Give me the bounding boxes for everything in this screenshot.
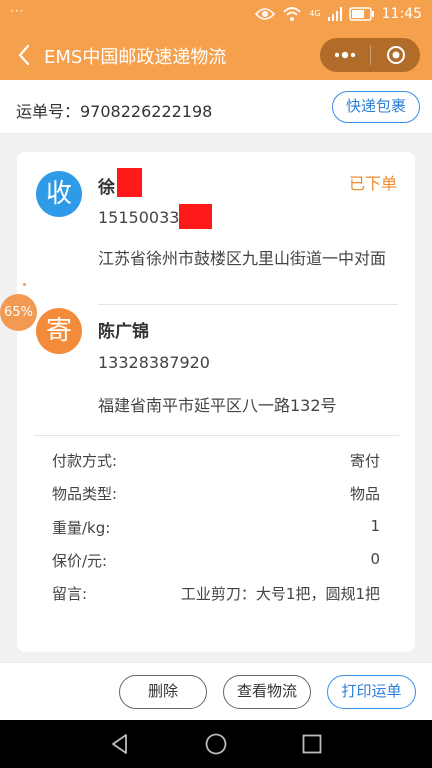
close-button[interactable]: [371, 38, 420, 72]
nav-back-icon[interactable]: [108, 732, 132, 756]
detail-key: 留言:: [52, 585, 88, 603]
system-nav-bar: [0, 720, 432, 768]
battery-icon: [348, 7, 374, 21]
detail-row-message: 留言: 工业剪刀：大号1把，圆规1把: [52, 583, 380, 607]
title-bar: EMS中国邮政速递物流: [0, 30, 432, 80]
print-waybill-button[interactable]: 打印运单: [327, 675, 416, 709]
mini-program-capsule: [320, 38, 420, 72]
waybill-number: 运单号：9708226222198: [16, 102, 213, 121]
detail-key: 付款方式:: [52, 452, 118, 470]
detail-row-item-type: 物品类型: 物品: [52, 483, 380, 507]
close-target-icon: [386, 46, 405, 64]
back-arrow-icon[interactable]: [14, 42, 34, 68]
detail-key: 保价/元:: [52, 552, 108, 570]
network-type-label: 4G: [309, 9, 321, 18]
more-button[interactable]: [320, 38, 370, 72]
sender-name: 陈广锦: [98, 322, 149, 342]
receiver-address: 江苏省徐州市鼓楼区九里山街道一中对面: [98, 249, 387, 268]
detail-row-insured-value: 保价/元: 0: [52, 550, 380, 574]
sender-address: 福建省南平市延平区八一路132号: [98, 396, 337, 415]
detail-value: 寄付: [349, 452, 380, 470]
status-bar: ··· 4G 11:45: [0, 0, 432, 30]
floating-progress-badge[interactable]: 65%: [0, 294, 37, 331]
sender-phone: 13328387920: [98, 353, 210, 372]
detail-row-weight: 重量/kg: 1: [52, 517, 380, 541]
redaction-mark: [117, 168, 142, 197]
page-title: EMS中国邮政速递物流: [44, 47, 227, 68]
detail-value: 物品: [349, 485, 380, 503]
order-status: 已下单: [348, 174, 397, 193]
order-card: 收 徐 已下单 15150033 江苏省徐州市鼓楼区九里山街道一中对面 寄 陈广…: [17, 152, 415, 652]
divider: [34, 435, 399, 436]
detail-key: 重量/kg:: [52, 519, 111, 537]
sender-avatar: 寄: [36, 308, 82, 354]
notification-dots: ···: [10, 4, 25, 18]
decorative-dot: [23, 283, 26, 286]
receiver-avatar: 收: [36, 171, 82, 217]
signal-icon: [327, 7, 342, 21]
nav-recents-icon[interactable]: [300, 732, 324, 756]
detail-value: 1: [370, 517, 380, 535]
redaction-mark: [179, 204, 212, 229]
action-bar: 删除 查看物流 打印运单: [0, 662, 432, 720]
wifi-icon: [283, 7, 301, 21]
view-logistics-button[interactable]: 查看物流: [223, 675, 311, 709]
detail-row-payment: 付款方式: 寄付: [52, 450, 380, 474]
detail-value: 工业剪刀：大号1把，圆规1把: [180, 585, 380, 603]
more-dots-icon: [334, 51, 356, 59]
detail-key: 物品类型:: [52, 485, 118, 503]
receiver-name: 徐: [98, 178, 115, 198]
delete-button[interactable]: 删除: [119, 675, 207, 709]
divider: [98, 304, 398, 305]
receiver-phone: 15150033: [98, 208, 180, 227]
express-package-button[interactable]: 快递包裹: [332, 91, 420, 123]
eye-icon: [255, 8, 276, 20]
detail-value: 0: [370, 550, 380, 568]
waybill-bar: 运单号：9708226222198 快递包裹: [0, 80, 432, 134]
nav-home-icon[interactable]: [204, 732, 228, 756]
clock: 11:45: [381, 6, 422, 22]
